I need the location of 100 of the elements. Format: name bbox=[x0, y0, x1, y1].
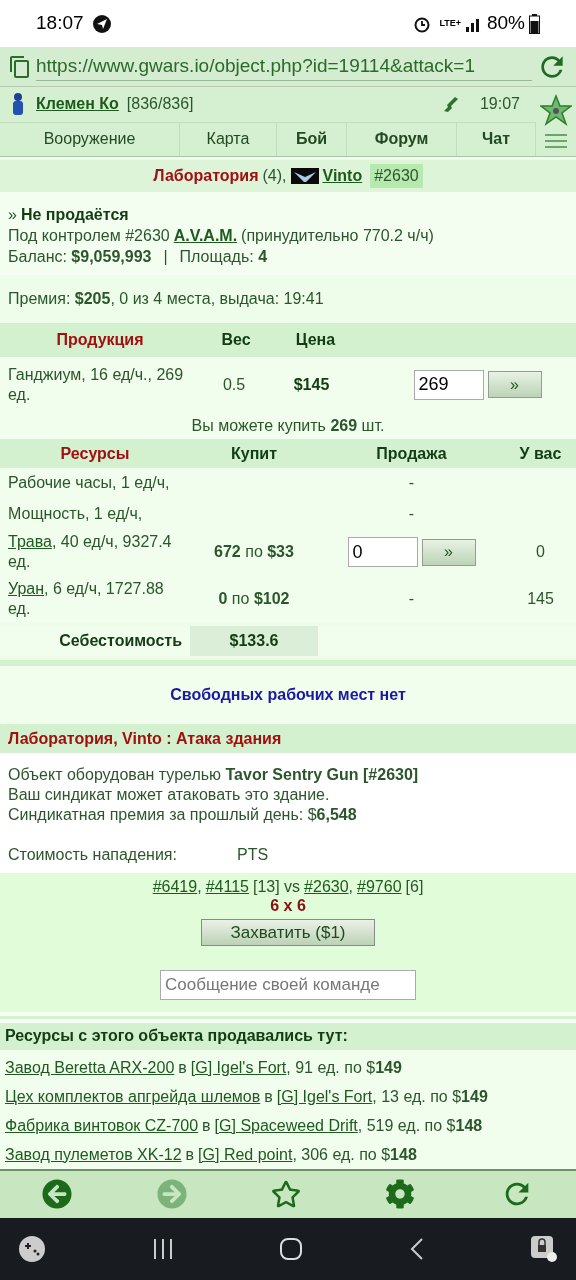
clock: 18:07 bbox=[36, 11, 84, 36]
team-text: [6] bbox=[405, 876, 424, 897]
cost-label: Себестоимость bbox=[59, 631, 182, 652]
factory-link[interactable]: Завод Beretta ARX-200 bbox=[5, 1052, 175, 1082]
control-note: (принудительно 770.2 ч/ч) bbox=[241, 226, 434, 246]
attack-cost-text: PTS bbox=[236, 844, 269, 865]
sale-cell-text: - bbox=[408, 473, 415, 494]
nav-tab[interactable]: Чат bbox=[457, 122, 536, 156]
preposition-text: в bbox=[264, 1086, 273, 1107]
nav-tab[interactable]: Бой bbox=[277, 122, 347, 156]
no-jobs-message: Свободных рабочих мест нет bbox=[170, 685, 406, 706]
back-icon[interactable] bbox=[42, 1179, 73, 1210]
team-text: [13] vs bbox=[252, 876, 301, 897]
resource-name: Рабочие часы, 1 ед/ч, bbox=[7, 473, 171, 494]
owner-link[interactable]: Vinto bbox=[322, 163, 363, 188]
area-text: Площадь: 4 bbox=[179, 247, 268, 267]
attack-info-line: Синдикатная премия за прошлый день: $6,548 bbox=[8, 804, 358, 825]
sell-button[interactable]: » bbox=[421, 538, 476, 566]
team-text: , bbox=[197, 876, 202, 897]
column-header: Вес bbox=[220, 330, 252, 350]
game-time: 19:07 bbox=[479, 94, 520, 115]
control-text: Под контролем #2630 bbox=[8, 226, 170, 246]
attack-info-line: Ваш синдикат может атаковать это здание. bbox=[8, 784, 331, 805]
weight-cell-text: 0.5 bbox=[221, 375, 247, 395]
location-link[interactable]: [G] Red point bbox=[198, 1139, 293, 1169]
sale-detail: , 519 ед. по $148 bbox=[357, 1115, 483, 1136]
message-input[interactable]: Сообщение своей команде bbox=[160, 969, 416, 1000]
sale-status: Не продаётся bbox=[20, 205, 129, 225]
location-link[interactable]: [G] Igel's Fort bbox=[276, 1081, 373, 1111]
price-cell-text: $145 bbox=[292, 375, 331, 395]
game-icon[interactable] bbox=[18, 1234, 46, 1263]
screen-lock-icon[interactable] bbox=[530, 1234, 558, 1263]
sale-cell-text: - bbox=[408, 589, 415, 610]
team-link[interactable]: #2630 bbox=[304, 876, 349, 897]
building-level: (4), bbox=[262, 165, 287, 186]
cost-value: $133.6 bbox=[190, 626, 318, 657]
network-label: LTE+ bbox=[439, 19, 461, 29]
column-header: Цена bbox=[294, 330, 337, 350]
quantity-input[interactable]: 0 bbox=[347, 537, 418, 568]
battery-percent: 80% bbox=[486, 11, 525, 36]
attack-cost-text: Стоимость нападения: bbox=[8, 844, 177, 865]
resource-name: Трава, 40 ед/ч, 9327.4 ед. bbox=[7, 532, 173, 573]
sale-detail: , 306 ед. по $148 bbox=[292, 1144, 417, 1165]
location-link[interactable]: [G] Igel's Fort bbox=[190, 1052, 287, 1082]
quantity-input[interactable]: 269 bbox=[413, 370, 484, 400]
back-icon[interactable] bbox=[408, 1236, 425, 1261]
resource-link[interactable]: Уран bbox=[8, 580, 45, 598]
factory-link[interactable]: Завод пулеметов XK-12 bbox=[5, 1139, 182, 1169]
owned-amount: 145 bbox=[527, 590, 554, 608]
column-header: Продукция bbox=[55, 330, 145, 350]
sale-detail: , 13 ед. по $149 bbox=[372, 1086, 488, 1107]
separator-text: | bbox=[163, 247, 168, 267]
syndicate-link[interactable]: A.V.A.M. bbox=[173, 225, 238, 246]
column-header: У вас bbox=[518, 443, 563, 464]
sale-detail: , 91 ед. по $149 bbox=[286, 1057, 402, 1078]
preposition-text: в bbox=[178, 1057, 187, 1078]
team-link[interactable]: #4115 bbox=[205, 876, 249, 897]
star-icon[interactable] bbox=[540, 94, 572, 127]
buy-button[interactable]: » bbox=[487, 371, 542, 399]
column-header: Купит bbox=[230, 443, 278, 464]
bookmark-icon[interactable] bbox=[270, 1179, 301, 1210]
emblem-icon bbox=[290, 167, 319, 184]
buy-offer: 0 по $102 bbox=[218, 590, 290, 608]
column-header: Продажа bbox=[375, 443, 448, 464]
copy-icon[interactable] bbox=[8, 54, 32, 79]
location-link[interactable]: [G] Spaceweed Drift bbox=[214, 1110, 358, 1140]
owned-amount: 0 bbox=[536, 543, 545, 561]
premium-text: Премия: $205, 0 из 4 места, выдача: 19:41 bbox=[8, 290, 324, 307]
factory-link[interactable]: Фабрика винтовок CZ-700 bbox=[5, 1110, 199, 1140]
purchase-note: Вы можете купить 269 шт. bbox=[191, 417, 385, 434]
building-name: Лаборатория bbox=[153, 165, 259, 186]
player-link[interactable]: Клемен Ко bbox=[36, 92, 119, 117]
navigation-icon bbox=[91, 13, 112, 34]
team-link[interactable]: #9760 bbox=[357, 876, 402, 897]
nav-tab[interactable]: Карта bbox=[180, 122, 277, 156]
product-name: Ганджиум, 16 ед/ч., 269 ед. bbox=[7, 365, 185, 405]
nav-tab[interactable]: Вооружение bbox=[0, 122, 180, 156]
battery-icon bbox=[529, 13, 540, 34]
settings-icon[interactable] bbox=[385, 1179, 416, 1210]
preposition-text: в bbox=[202, 1115, 211, 1136]
health-text: [836/836] bbox=[126, 94, 194, 115]
attack-info-line: Объект оборудован турелью Tavor Sentry Gun [#2630] bbox=[8, 764, 420, 785]
resource-link[interactable]: Трава bbox=[8, 533, 52, 551]
resource-name: Мощность, 1 ед/ч, bbox=[7, 503, 144, 524]
owner-id: #2630 bbox=[370, 163, 423, 188]
home-icon[interactable] bbox=[279, 1236, 303, 1261]
recents-icon[interactable] bbox=[151, 1237, 174, 1260]
marker-text: » bbox=[8, 205, 17, 225]
attack-header: Лаборатория, Vinto : Атака здания bbox=[8, 728, 282, 749]
preposition-text: в bbox=[185, 1144, 195, 1165]
buy-offer: 672 по $33 bbox=[214, 543, 294, 561]
capture-button[interactable]: Захватить ($1) bbox=[201, 918, 375, 946]
resource-name: Уран, 6 ед/ч, 1727.88 ед. bbox=[7, 579, 165, 620]
team-link[interactable]: #6419 bbox=[152, 876, 198, 897]
sale-cell-text: - bbox=[408, 503, 415, 524]
score-text: 6 x 6 bbox=[270, 896, 306, 915]
column-header: Ресурсы bbox=[59, 443, 131, 464]
team-text: , bbox=[348, 876, 354, 897]
nav-tab[interactable]: Форум bbox=[347, 122, 457, 156]
factory-link[interactable]: Цех комплектов апгрейда шлемов bbox=[5, 1081, 261, 1111]
